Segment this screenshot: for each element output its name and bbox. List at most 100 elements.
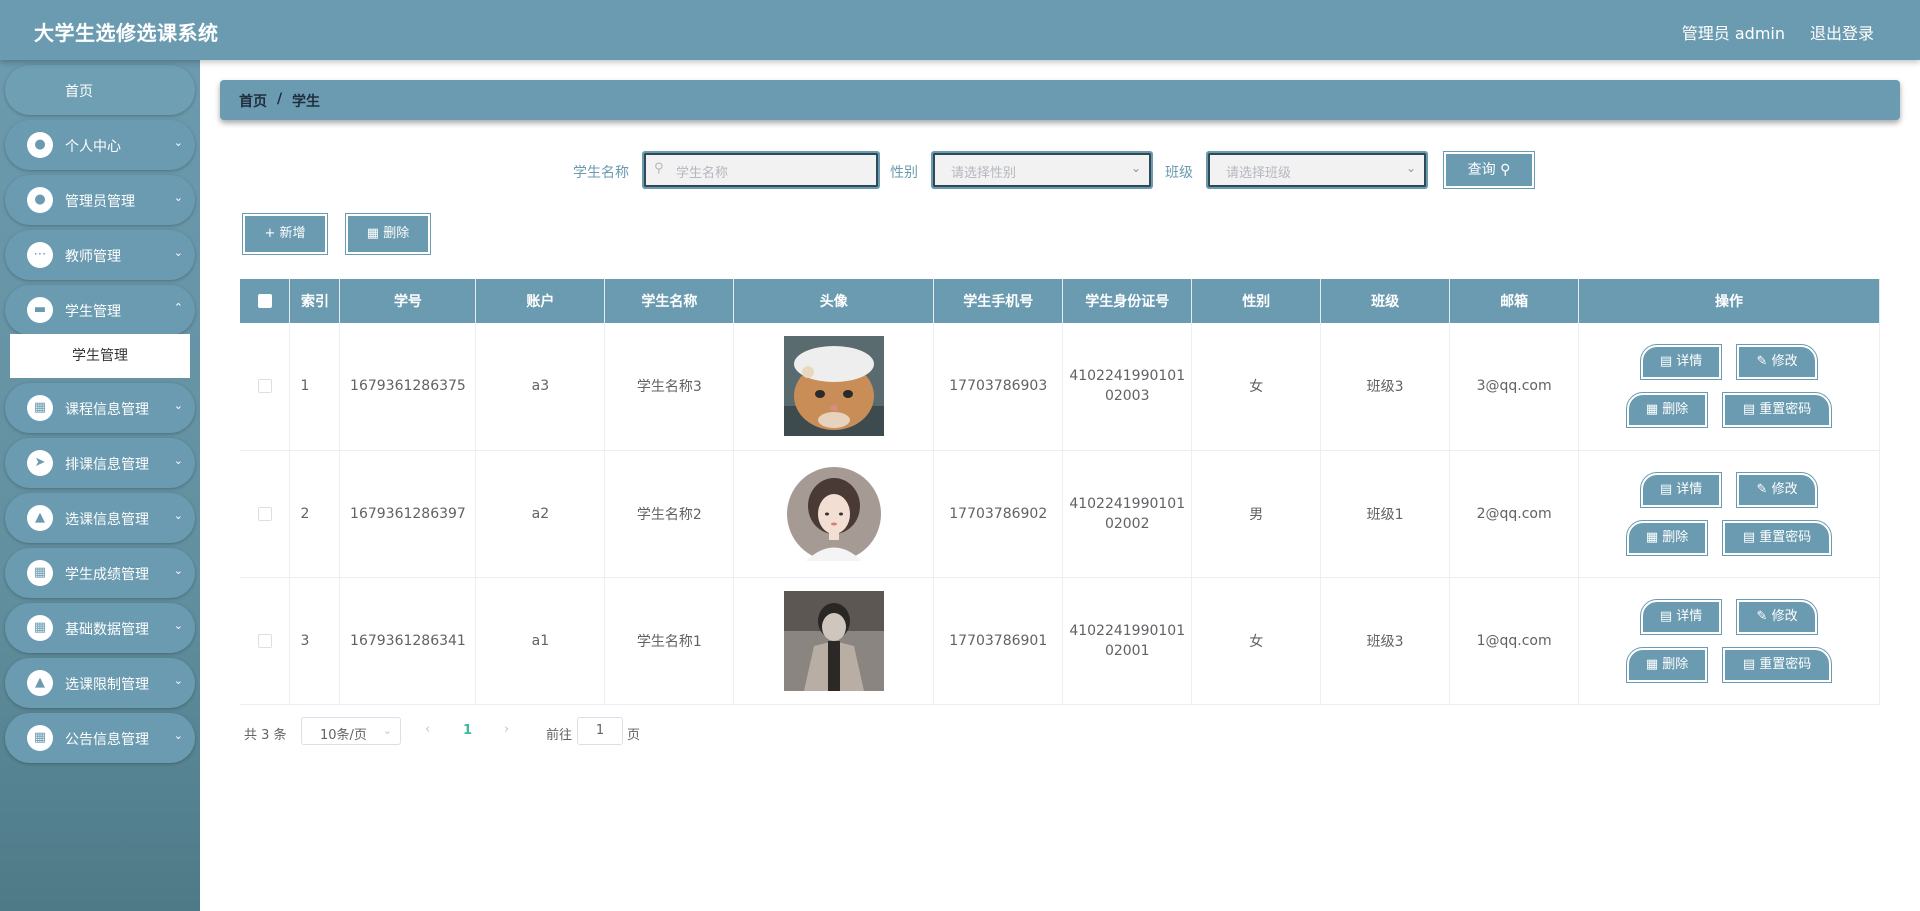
id-card-line2: 02002	[1104, 515, 1150, 532]
sidebar-item-course[interactable]: ▦ 课程信息管理 ⌄	[5, 383, 195, 433]
reset-password-button[interactable]: ▤ 重置密码	[1722, 646, 1833, 683]
add-button[interactable]: + 新增	[242, 213, 328, 255]
sidebar-item-label: 基础数据管理	[65, 622, 149, 638]
operations-cell: ▤ 详情 ✎ 修改 ▦ 删除 ▤ 重置密码	[1578, 323, 1880, 451]
table-header-row: 索引 学号 账户 学生名称 头像 学生手机号 学生身份证号 性别 班级 邮箱 操…	[240, 279, 1880, 323]
id-card-line1: 4102241990101	[1069, 495, 1186, 512]
sidebar-item-home[interactable]: 首页	[5, 65, 195, 115]
detail-label: 详情	[1676, 608, 1703, 624]
student-name-input[interactable]: ⚲ 学生名称	[642, 151, 880, 189]
document-icon: ▤	[1742, 402, 1756, 417]
reset-password-label: 重置密码	[1759, 402, 1812, 417]
select-all-header[interactable]	[240, 279, 291, 323]
column-header: 性别	[1191, 279, 1322, 323]
sidebar-subitem-student-manage[interactable]: 学生管理	[10, 334, 190, 378]
goto-label: 前往	[546, 728, 573, 743]
chevron-down-icon: ⌄	[173, 729, 183, 742]
chevron-down-icon: ⌄	[173, 674, 183, 687]
avatar-cell	[733, 577, 935, 705]
sidebar-item-limit[interactable]: ▲ 选课限制管理 ⌄	[5, 658, 195, 708]
gender-select[interactable]: 请选择性别 ⌄	[931, 151, 1153, 189]
next-page-icon[interactable]: ›	[504, 722, 509, 737]
class-select[interactable]: 请选择班级 ⌄	[1206, 151, 1428, 189]
column-header: 学生名称	[604, 279, 735, 323]
page-size-select[interactable]: 10条/页 ⌄	[301, 717, 401, 745]
chevron-down-icon: ⌄	[173, 136, 183, 149]
user-icon: ●	[27, 187, 53, 213]
logout-link[interactable]: 退出登录	[1810, 20, 1874, 44]
select-all-checkbox[interactable]	[257, 294, 272, 308]
pencil-icon: ✎	[1756, 481, 1768, 497]
grid-icon: ▦	[27, 560, 53, 586]
thumb-icon: ▲	[27, 505, 53, 531]
row-checkbox[interactable]	[257, 633, 272, 648]
sidebar-item-label: 管理员管理	[65, 194, 135, 210]
sidebar-item-student[interactable]: ▬ 学生管理 ⌃	[5, 285, 195, 335]
sidebar-item-basic-data[interactable]: ▦ 基础数据管理 ⌄	[5, 603, 195, 653]
sidebar-item-notice[interactable]: ▦ 公告信息管理 ⌄	[5, 713, 195, 763]
edit-button[interactable]: ✎ 修改	[1736, 598, 1819, 635]
sidebar-item-selection[interactable]: ▲ 选课信息管理 ⌄	[5, 493, 195, 543]
id-card-line1: 4102241990101	[1069, 622, 1186, 639]
avatar	[783, 463, 884, 564]
batch-delete-button[interactable]: ▦ 删除	[345, 213, 431, 255]
id-card-line2: 02001	[1104, 642, 1150, 659]
gender-placeholder: 请选择性别	[951, 166, 1017, 181]
column-header: 索引	[289, 279, 341, 323]
edit-label: 修改	[1771, 608, 1798, 624]
edit-button[interactable]: ✎ 修改	[1736, 344, 1819, 380]
account-cell: a2	[475, 450, 606, 578]
column-header: 学号	[339, 279, 477, 323]
current-page[interactable]: 1	[463, 723, 472, 738]
delete-label: 删除	[1662, 529, 1689, 545]
edit-button[interactable]: ✎ 修改	[1736, 471, 1819, 508]
gender-label: 性别	[890, 165, 918, 181]
sidebar-item-grades[interactable]: ▦ 学生成绩管理 ⌄	[5, 548, 195, 598]
page-size-value: 10条/页	[320, 728, 367, 743]
sidebar-item-personal-center[interactable]: ● 个人中心 ⌄	[5, 120, 195, 170]
row-select-cell[interactable]	[240, 450, 291, 578]
row-select-cell[interactable]	[240, 577, 291, 705]
detail-button[interactable]: ▤ 详情	[1640, 471, 1723, 508]
detail-button[interactable]: ▤ 详情	[1640, 344, 1723, 380]
reset-password-button[interactable]: ▤ 重置密码	[1722, 519, 1833, 556]
sidebar-item-admin[interactable]: ● 管理员管理 ⌄	[5, 175, 195, 225]
query-button[interactable]: 查询 ⚲	[1443, 151, 1535, 189]
pencil-icon: ✎	[1756, 608, 1768, 624]
document-icon: ▤	[1659, 354, 1673, 369]
sidebar-item-schedule[interactable]: ➤ 排课信息管理 ⌄	[5, 438, 195, 488]
id-card-cell: 4102241990101 02001	[1062, 577, 1193, 705]
edit-label: 修改	[1771, 354, 1798, 369]
email-cell: 3@qq.com	[1449, 323, 1580, 451]
row-checkbox[interactable]	[257, 379, 272, 394]
grid-icon: ▦	[27, 725, 53, 751]
goto-page-input[interactable]: 1	[577, 717, 623, 745]
table-row: 3 1679361286341 a1 学生名称1 17703786901 410…	[240, 577, 1880, 705]
sidebar-item-label: 公告信息管理	[65, 732, 149, 748]
id-card-cell: 4102241990101 02002	[1062, 450, 1193, 578]
email-cell: 2@qq.com	[1449, 450, 1580, 578]
column-header: 账户	[475, 279, 606, 323]
operations-cell: ▤ 详情 ✎ 修改 ▦ 删除 ▤ 重置密码	[1578, 450, 1880, 578]
class-label: 班级	[1165, 165, 1193, 181]
detail-button[interactable]: ▤ 详情	[1640, 598, 1723, 635]
row-select-cell[interactable]	[240, 323, 291, 451]
document-icon: ▤	[1742, 656, 1756, 672]
sidebar-item-teacher[interactable]: ⋯ 教师管理 ⌄	[5, 230, 195, 280]
prev-page-icon[interactable]: ‹	[425, 722, 430, 737]
row-checkbox[interactable]	[257, 506, 272, 521]
breadcrumb-home[interactable]: 首页	[239, 91, 267, 111]
index-cell: 3	[289, 577, 341, 705]
column-header: 头像	[733, 279, 935, 323]
batch-delete-label: 删除	[383, 226, 410, 241]
pencil-icon: ✎	[1756, 354, 1768, 369]
id-card-line1: 4102241990101	[1069, 368, 1186, 385]
reset-password-button[interactable]: ▤ 重置密码	[1722, 392, 1833, 428]
page-suffix: 页	[627, 728, 641, 743]
student-name-label: 学生名称	[573, 165, 629, 181]
app-title: 大学生选修选课系统	[34, 21, 219, 45]
sidebar-item-label: 首页	[65, 84, 93, 100]
delete-button[interactable]: ▦ 删除	[1626, 646, 1709, 683]
delete-button[interactable]: ▦ 删除	[1626, 392, 1709, 428]
delete-button[interactable]: ▦ 删除	[1626, 519, 1709, 556]
